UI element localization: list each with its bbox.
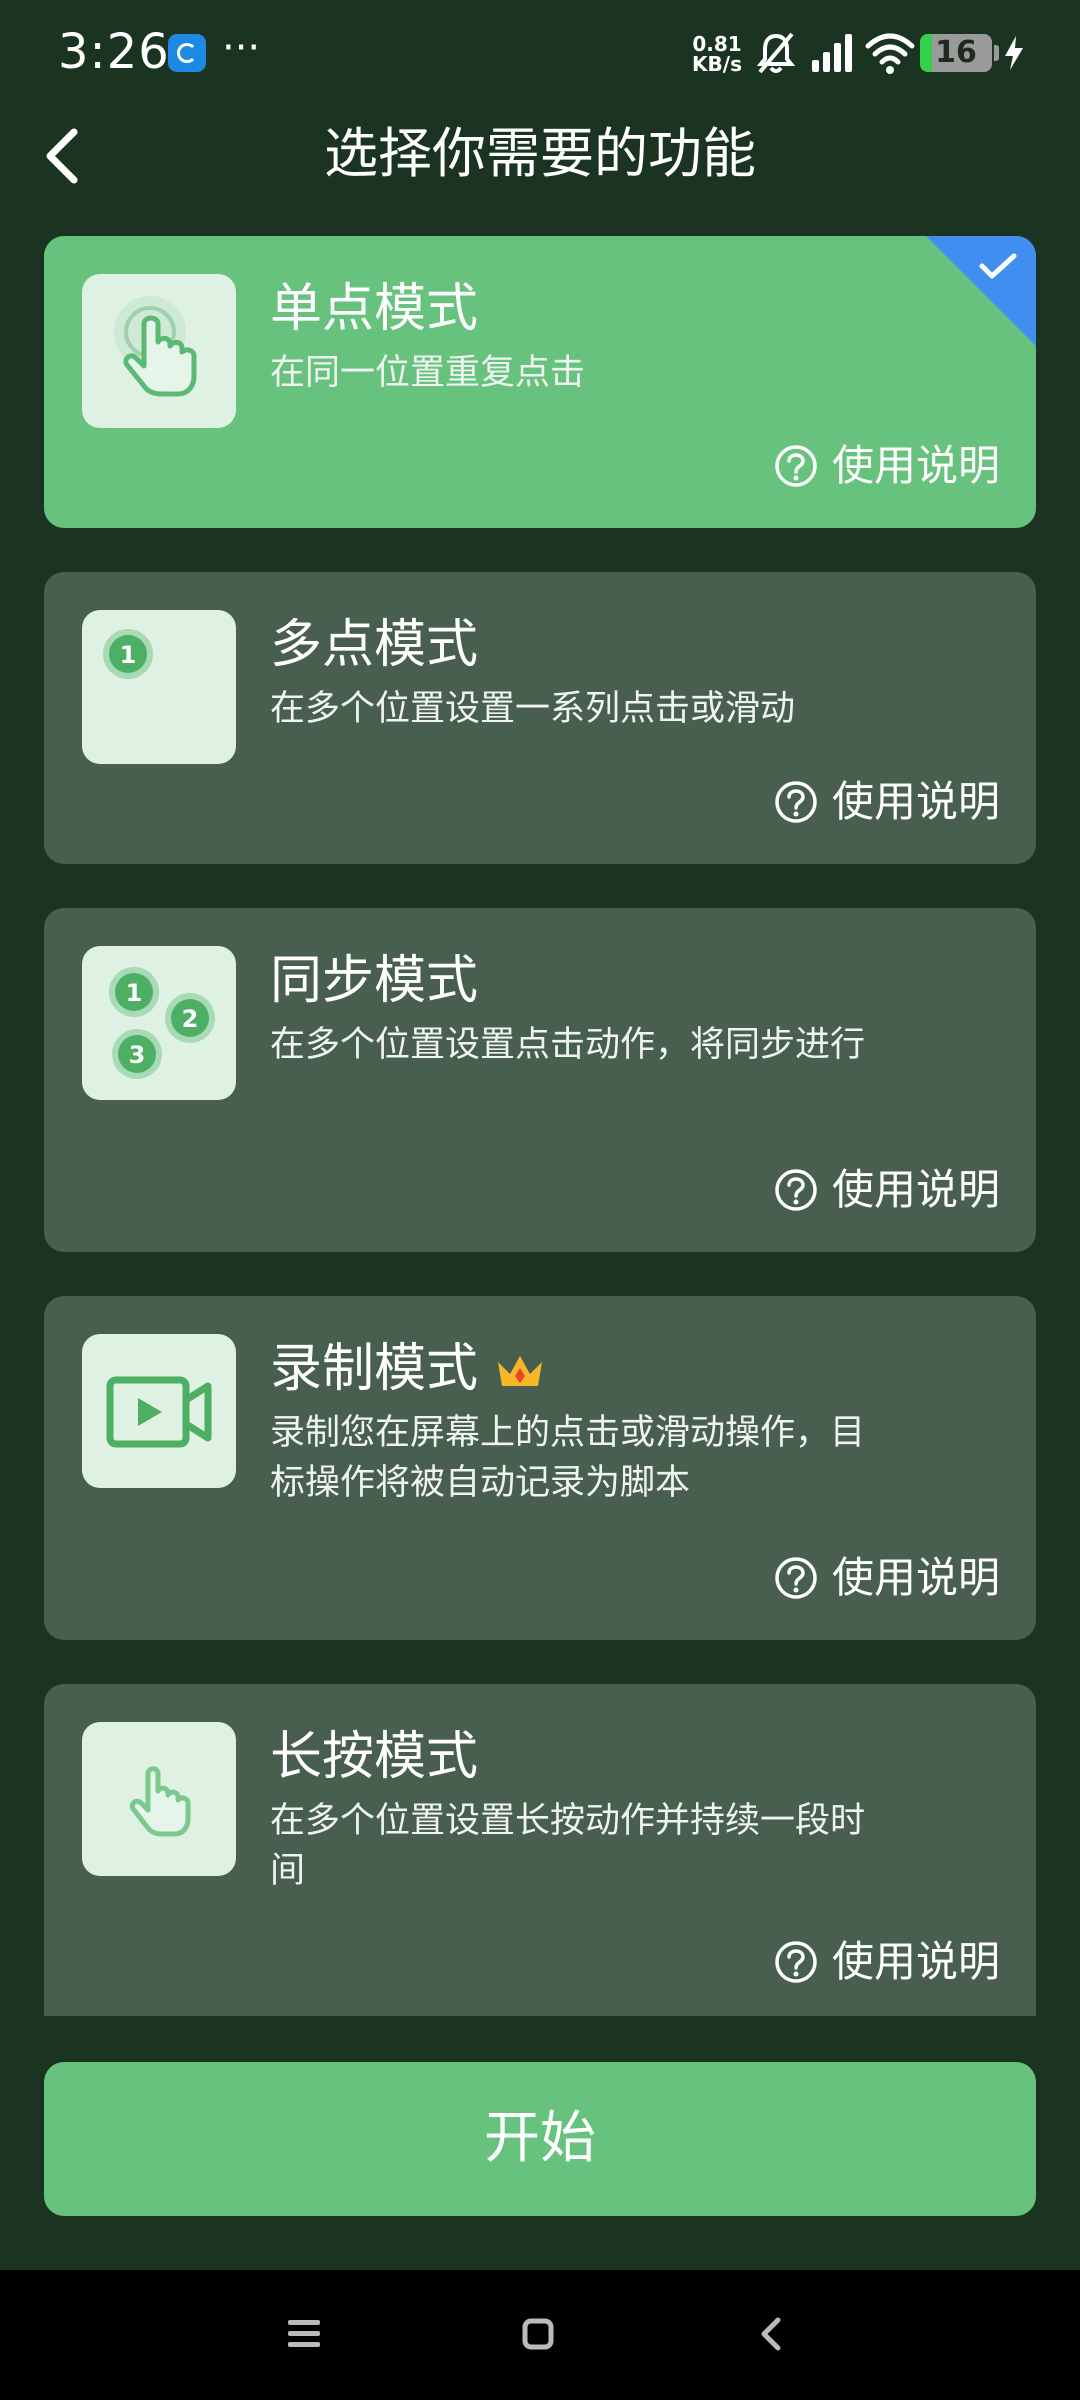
network-speed: 0.81 KB/s [692, 34, 742, 74]
status-time: 3:26 [58, 24, 170, 80]
multi-point-icon: 1 [103, 629, 153, 679]
question-circle-icon [775, 1557, 817, 1599]
marker-number: 2 [182, 1005, 199, 1033]
mode-icon-box [82, 1334, 236, 1488]
video-record-icon [106, 1376, 212, 1448]
mode-card-multi-point[interactable]: 1 多点模式 在多个位置设置一系列点击或滑动 使用说明 [44, 572, 1036, 864]
sync-points-icon: 1 2 3 [109, 967, 215, 1079]
chevron-left-icon [46, 128, 78, 184]
help-link-label: 使用说明 [831, 1937, 1000, 1986]
status-bar: 3:26 ··· 0.81 KB/s 16 [0, 0, 1080, 104]
menu-icon[interactable] [284, 2314, 324, 2354]
signal-icon [812, 34, 852, 72]
marker-number: 1 [120, 641, 137, 669]
mode-description: 在多个位置设置一系列点击或滑动 [270, 689, 796, 729]
mode-title: 长按模式 [270, 1727, 479, 1787]
home-icon[interactable] [518, 2314, 558, 2354]
mode-icon-box: 1 2 3 [82, 946, 236, 1100]
help-link[interactable]: 使用说明 [774, 1548, 1000, 1608]
mode-title: 单点模式 [270, 279, 479, 339]
help-link-label: 使用说明 [831, 1553, 1000, 1602]
back-nav-icon[interactable] [752, 2314, 792, 2354]
help-link[interactable]: 使用说明 [774, 436, 1000, 496]
marker-number: 3 [129, 1041, 146, 1069]
help-link-label: 使用说明 [831, 777, 1000, 826]
mode-title: 录制模式 [270, 1334, 546, 1404]
mode-card-single-point[interactable]: 单点模式 在同一位置重复点击 使用说明 [44, 236, 1036, 528]
selected-check-icon [926, 236, 1036, 346]
mode-title: 同步模式 [270, 951, 479, 1011]
mode-title-text: 录制模式 [270, 1339, 479, 1399]
marker-number: 1 [126, 979, 143, 1007]
long-press-hand-icon [129, 1766, 191, 1837]
network-speed-value: 0.81 [692, 32, 742, 56]
help-link[interactable]: 使用说明 [774, 772, 1000, 832]
question-circle-icon [775, 781, 817, 823]
battery-tip [994, 45, 999, 61]
mode-icon-box: 1 [82, 610, 236, 764]
battery-level: 16 [935, 35, 977, 70]
help-link[interactable]: 使用说明 [774, 1932, 1000, 1992]
network-speed-unit: KB/s [692, 52, 742, 76]
question-circle-icon [775, 1941, 817, 1983]
page-title: 选择你需要的功能 [324, 122, 756, 185]
wifi-icon [865, 33, 915, 74]
crown-icon [498, 1356, 543, 1386]
question-circle-icon [775, 445, 817, 487]
screen: 3:26 ··· 0.81 KB/s 16 选择你需要的功能 单点模式 在同一位… [0, 0, 1080, 2400]
mode-description: 在多个位置设置长按动作并持续一段时间 [270, 1801, 866, 1891]
back-button[interactable] [30, 116, 100, 196]
mode-icon-box [82, 274, 236, 428]
battery-icon: 16 [920, 34, 992, 72]
question-circle-icon [775, 1169, 817, 1211]
help-link-label: 使用说明 [831, 441, 1000, 490]
help-link[interactable]: 使用说明 [774, 1160, 1000, 1220]
charging-icon [1005, 36, 1023, 70]
mode-title: 多点模式 [270, 615, 479, 675]
mode-icon-box [82, 1722, 236, 1876]
mode-description: 在同一位置重复点击 [270, 353, 586, 393]
mode-description: 录制您在屏幕上的点击或滑动操作，目标操作将被自动记录为脚本 [270, 1413, 866, 1503]
app-notification-icon [168, 34, 206, 72]
mode-card-record[interactable]: 录制模式 录制您在屏幕上的点击或滑动操作，目标操作将被自动记录为脚本 使用说明 [44, 1296, 1036, 1640]
more-notifications-icon: ··· [222, 25, 261, 71]
tap-hand-icon [114, 296, 197, 397]
system-nav-bar [0, 2270, 1080, 2400]
mode-card-long-press[interactable]: 长按模式 在多个位置设置长按动作并持续一段时间 使用说明 [44, 1684, 1036, 2016]
mode-card-sync[interactable]: 1 2 3 同步模式 在多个位置设置点击动作，将同步进行 使用说明 [44, 908, 1036, 1252]
bell-muted-icon [756, 32, 796, 74]
mode-description: 在多个位置设置点击动作，将同步进行 [270, 1025, 866, 1065]
start-button[interactable]: 开始 [44, 2062, 1036, 2216]
help-link-label: 使用说明 [831, 1165, 1000, 1214]
